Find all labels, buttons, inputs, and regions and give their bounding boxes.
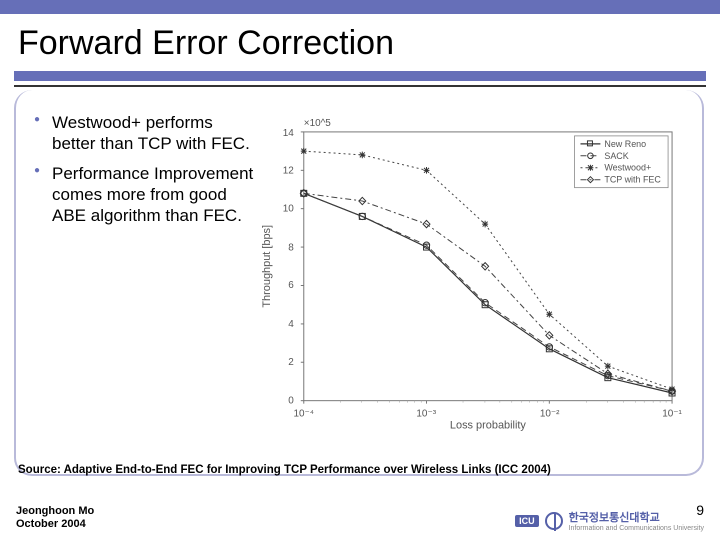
uni-name-en: Information and Communications Universit… — [569, 525, 704, 532]
legend-item: TCP with FEC — [604, 175, 661, 185]
x-tick-label: 10⁻³ — [416, 409, 436, 420]
x-tick-label: 10⁻¹ — [662, 409, 682, 420]
uni-name-kr: 한국정보통신대학교 — [569, 509, 704, 525]
slide-body: Westwood+ performs better than TCP with … — [14, 92, 704, 474]
footer-author-block: Jeonghoon Mo October 2004 — [16, 505, 94, 533]
page-number: 9 — [696, 502, 704, 518]
list-item: Westwood+ performs better than TCP with … — [34, 112, 254, 155]
legend-item: SACK — [604, 151, 628, 161]
y-tick-label: 12 — [283, 166, 295, 177]
chart-legend: New Reno SACK Westwood+ TCP with FEC — [575, 136, 669, 188]
y-axis-label: Throughput [bps] — [261, 225, 273, 308]
footer: Jeonghoon Mo October 2004 ICU 한국정보통신대학교 … — [16, 505, 704, 533]
list-item: Performance Improvement comes more from … — [34, 163, 254, 227]
icu-badge: ICU — [515, 515, 539, 527]
y-tick-label: 10 — [283, 204, 295, 215]
footer-author: Jeonghoon Mo — [16, 505, 94, 519]
y-tick-label: 6 — [288, 280, 294, 291]
y-tick-label: 14 — [283, 128, 295, 139]
y-tick-label: 8 — [288, 242, 294, 253]
legend-item: New Reno — [604, 139, 646, 149]
bullet-list: Westwood+ performs better than TCP with … — [34, 112, 254, 466]
x-axis-label: Loss probability — [450, 420, 527, 431]
chart: ×10^5 0 2 4 6 8 10 12 14 10⁻⁴ 10⁻³ 10⁻² … — [254, 112, 692, 466]
y-tick-label: 0 — [288, 396, 294, 407]
university-logo: ICU 한국정보통신대학교 Information and Communicat… — [515, 509, 704, 532]
globe-icon — [545, 512, 563, 530]
y-tick-label: 4 — [288, 319, 294, 330]
title-underline-thin — [14, 85, 706, 87]
y-multiplier: ×10^5 — [304, 118, 332, 129]
footer-date: October 2004 — [16, 518, 94, 532]
title-underline-thick — [14, 71, 706, 81]
y-tick-label: 2 — [288, 357, 294, 368]
x-tick-label: 10⁻⁴ — [293, 409, 314, 420]
legend-item: Westwood+ — [604, 163, 651, 173]
slide-title: Forward Error Correction — [18, 24, 702, 63]
slide-top-accent — [0, 0, 720, 14]
x-tick-label: 10⁻² — [540, 409, 560, 420]
